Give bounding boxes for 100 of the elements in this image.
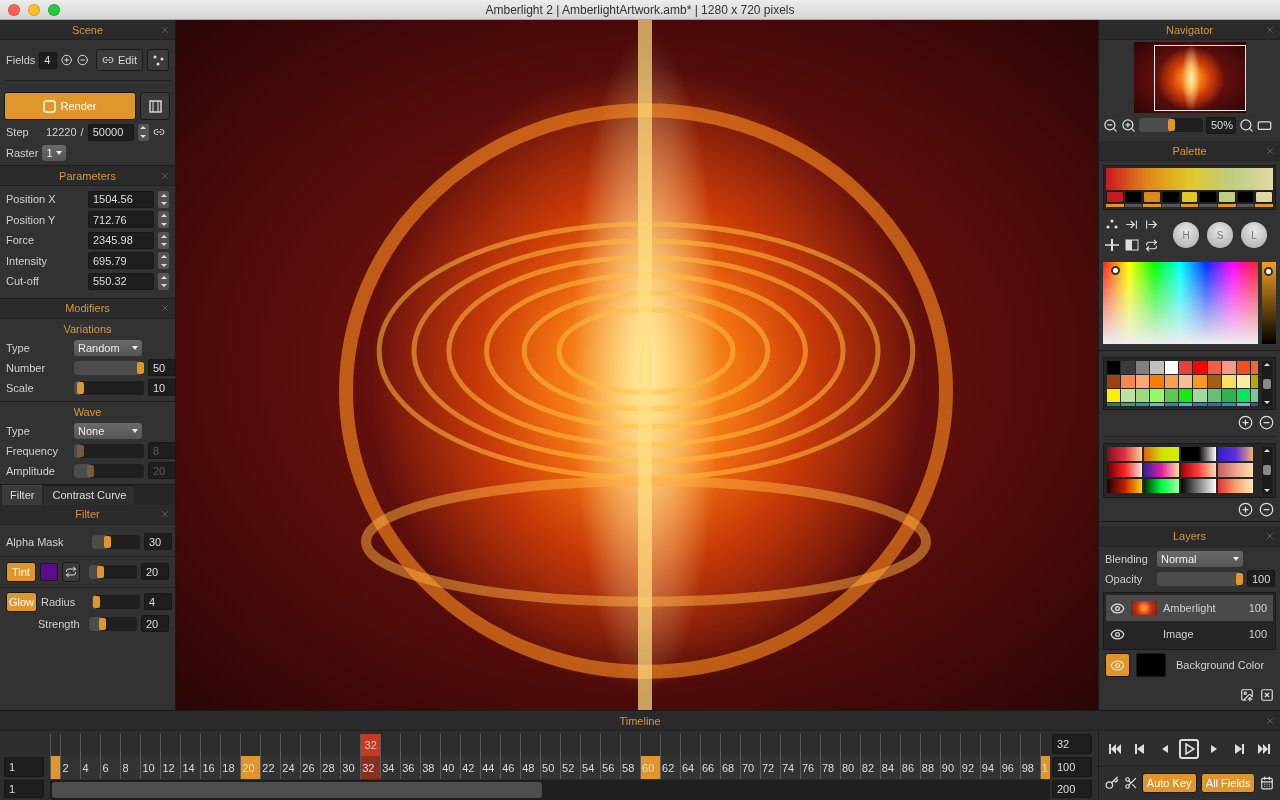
frame-cell[interactable]: 56 [601, 756, 621, 779]
value-field[interactable]: 50 [148, 359, 176, 376]
color-swatch[interactable] [1178, 361, 1193, 375]
color-stop-swatch[interactable] [1162, 191, 1180, 204]
delete-icon[interactable] [1260, 688, 1274, 703]
tab[interactable]: Contrast Curve [44, 484, 135, 505]
slider[interactable] [74, 443, 144, 458]
value-field[interactable]: 20 [141, 615, 169, 632]
frame-cell[interactable]: 98 [1020, 756, 1040, 779]
frame-cell[interactable]: 28 [321, 756, 341, 779]
spinner-icon[interactable] [158, 272, 169, 290]
frame-cell[interactable]: 38 [421, 756, 441, 779]
frame-cell[interactable]: 48 [521, 756, 541, 779]
color-swatch[interactable] [1164, 361, 1178, 375]
color-swatch[interactable] [1236, 361, 1250, 375]
layer-row[interactable]: Amberlight 100 [1106, 595, 1273, 622]
scrollbar[interactable] [1262, 447, 1272, 494]
add-icon[interactable] [1238, 414, 1253, 430]
color-stop-swatch[interactable] [1143, 191, 1161, 204]
repeat-icon[interactable] [1145, 239, 1158, 253]
visibility-button[interactable] [1105, 653, 1130, 678]
timeline-scrollbar[interactable] [50, 780, 1050, 800]
frame-cell[interactable] [51, 756, 61, 779]
color-swatch[interactable] [1236, 389, 1250, 403]
gradient-preset[interactable] [1144, 479, 1179, 493]
slider-thumb[interactable] [104, 535, 112, 548]
value-field[interactable]: 100 [1052, 757, 1092, 777]
slider-thumb[interactable] [1167, 119, 1175, 132]
frame-ruler[interactable]: 2 4 6 8 10 12 14 16 18 20 22 24 26 28 30 32 32 34 36 38 40 42 44 46 48 50 52 54 56 58 60 62 64 66 68 70 72 74 76 78 80 82 84 86 88 90 92 94 96 98 1 [50, 734, 1050, 779]
gradient-preset[interactable] [1107, 447, 1142, 461]
spinner-icon[interactable] [158, 190, 169, 208]
tint-color-swatch[interactable] [39, 562, 58, 581]
frame-cell[interactable]: 72 [760, 756, 780, 779]
link-icon[interactable] [152, 126, 165, 138]
arrow-to-line-icon[interactable] [1125, 218, 1138, 232]
frame-cell[interactable]: 92 [960, 756, 980, 779]
color-swatch[interactable] [1135, 361, 1150, 375]
frame-cell[interactable]: 78 [820, 756, 840, 779]
frame-cell[interactable]: 76 [800, 756, 820, 779]
value-field[interactable]: 2345.98 [88, 231, 154, 249]
close-window-icon[interactable] [8, 3, 20, 16]
value-field[interactable]: 550.32 [88, 272, 154, 290]
frame-cell[interactable]: 88 [920, 756, 940, 779]
color-swatch[interactable] [1135, 375, 1150, 389]
picker-handle[interactable] [1111, 266, 1120, 276]
gradient-preset[interactable] [1107, 463, 1142, 477]
slider-thumb[interactable] [99, 617, 107, 630]
remove-icon[interactable] [1259, 501, 1274, 517]
navigator-thumbnail[interactable] [1133, 42, 1246, 114]
slider[interactable] [89, 616, 137, 631]
playhead-marker[interactable]: 32 [361, 734, 381, 756]
gradient-preset[interactable] [1181, 479, 1216, 493]
color-stop-swatch[interactable] [1124, 191, 1143, 204]
remove-icon[interactable] [76, 53, 89, 67]
spinner-icon[interactable] [158, 231, 169, 249]
color-swatch[interactable] [1150, 375, 1164, 389]
slider-handle[interactable] [1264, 267, 1273, 277]
color-swatch[interactable] [1222, 361, 1236, 375]
frame-cell[interactable]: 50 [541, 756, 561, 779]
frame-cell[interactable]: 4 [81, 756, 101, 779]
value-field[interactable]: 50000 [87, 123, 134, 141]
import-icon[interactable] [1240, 688, 1254, 703]
gradient-preset[interactable] [1144, 463, 1179, 477]
points-button[interactable] [147, 49, 169, 71]
color-swatch[interactable] [1207, 389, 1222, 403]
value-field[interactable]: 200 [1052, 780, 1092, 798]
color-picker-field[interactable] [1103, 262, 1258, 345]
color-swatch[interactable] [1222, 375, 1236, 389]
frame-cell[interactable]: 64 [681, 756, 700, 779]
slider[interactable] [74, 380, 144, 395]
refresh-button[interactable] [61, 561, 80, 582]
spinner-icon[interactable] [158, 252, 169, 270]
zoom-in-icon[interactable] [1121, 117, 1136, 133]
eye-icon[interactable] [1110, 626, 1125, 642]
frame-cell[interactable]: 86 [900, 756, 920, 779]
slider[interactable] [1139, 118, 1203, 133]
calendar-icon[interactable] [1259, 776, 1274, 790]
value-field[interactable]: 4 [39, 51, 58, 69]
color-swatch[interactable] [1121, 375, 1135, 389]
frame-cell[interactable]: 80 [840, 756, 860, 779]
frame-cell[interactable]: 62 [661, 756, 680, 779]
frame-cell[interactable]: 32 [361, 756, 381, 779]
film-button[interactable] [140, 92, 170, 120]
tab[interactable]: Filter [2, 484, 43, 505]
slider-thumb[interactable] [77, 381, 85, 394]
color-swatch[interactable] [1193, 375, 1207, 389]
key-icon[interactable] [1105, 776, 1120, 790]
frame-cell[interactable]: 66 [701, 756, 720, 779]
slider[interactable] [92, 534, 140, 549]
color-swatch[interactable] [1135, 389, 1150, 403]
frame-cell[interactable]: 2 [61, 756, 81, 779]
frame-cell[interactable]: 84 [880, 756, 900, 779]
slider[interactable] [89, 564, 137, 579]
color-stop-swatch[interactable] [1255, 191, 1274, 204]
lightness-slider[interactable] [1262, 262, 1276, 345]
remove-icon[interactable] [1259, 414, 1274, 430]
slider[interactable] [92, 594, 140, 609]
frame-cell[interactable]: 8 [121, 756, 141, 779]
frame-cell[interactable]: 68 [720, 756, 740, 779]
scissors-icon[interactable] [1123, 776, 1138, 790]
